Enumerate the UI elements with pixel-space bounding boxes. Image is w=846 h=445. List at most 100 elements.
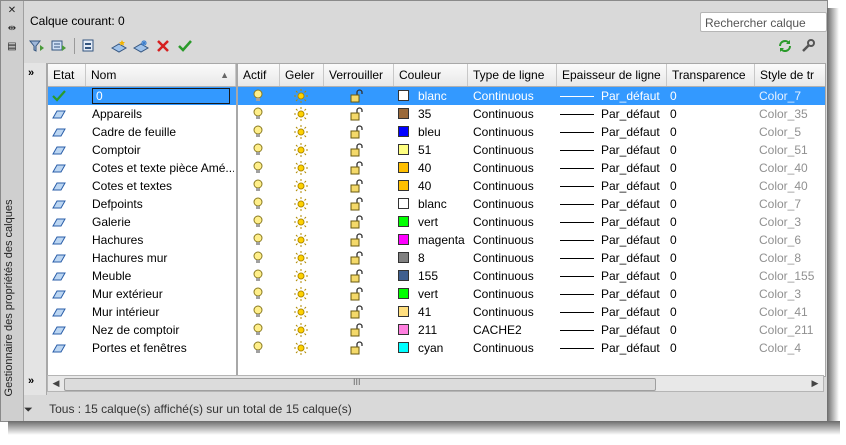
color-cell[interactable]: 155	[398, 267, 438, 285]
lineweight-cell[interactable]: Par_défaut	[560, 177, 660, 195]
plot-style-cell[interactable]: Color_155	[759, 267, 814, 285]
layer-row[interactable]: Hachures magenta Continuous Par_défaut 0 Colo…	[48, 231, 825, 249]
new-group-filter-icon[interactable]	[50, 37, 68, 55]
layer-row[interactable]: Cotes et texte pièce Amé... 40 Continuous P…	[48, 159, 825, 177]
lightbulb-on-icon[interactable]	[253, 341, 263, 359]
refresh-icon[interactable]	[776, 37, 794, 55]
lineweight-cell[interactable]: Par_défaut	[560, 231, 660, 249]
layer-name-cell[interactable]: Cotes et texte pièce Amé...	[92, 159, 234, 177]
new-layer-vp-frozen-icon[interactable]	[132, 37, 150, 55]
scroll-right-icon[interactable]: ▶	[809, 378, 821, 389]
plot-style-cell[interactable]: Color_40	[759, 159, 808, 177]
auto-hide-icon[interactable]: ⇹	[5, 23, 19, 35]
sun-thawed-icon[interactable]	[294, 341, 308, 359]
search-input[interactable]: Rechercher calque	[700, 12, 827, 32]
lineweight-cell[interactable]: Par_défaut	[560, 285, 660, 303]
color-cell[interactable]: magenta	[398, 231, 465, 249]
lineweight-cell[interactable]: Par_défaut	[560, 339, 660, 357]
linetype-cell[interactable]: Continuous	[473, 159, 534, 177]
scroll-thumb[interactable]: III	[64, 377, 656, 391]
plot-style-cell[interactable]: Color_41	[759, 303, 808, 321]
plot-style-cell[interactable]: Color_51	[759, 141, 808, 159]
linetype-cell[interactable]: Continuous	[473, 303, 534, 321]
layer-row[interactable]: Galerie vert Continuous Par_défaut 0 Color_3	[48, 213, 825, 231]
linetype-cell[interactable]: Continuous	[473, 285, 534, 303]
linetype-cell[interactable]: Continuous	[473, 213, 534, 231]
properties-menu-icon[interactable]: ▤	[5, 41, 19, 53]
layer-row[interactable]: Comptoir 51 Continuous Par_défaut 0 Color_51	[48, 141, 825, 159]
lineweight-cell[interactable]: Par_défaut	[560, 249, 660, 267]
layer-name-cell[interactable]: Nez de comptoir	[92, 321, 234, 339]
layer-name-cell[interactable]: Meuble	[92, 267, 234, 285]
plot-style-cell[interactable]: Color_8	[759, 249, 801, 267]
plot-style-cell[interactable]: Color_211	[759, 321, 813, 339]
transparency-cell[interactable]: 0	[670, 249, 677, 267]
column-header-style[interactable]: Style de tr	[755, 64, 825, 86]
lineweight-cell[interactable]: Par_défaut	[560, 321, 660, 339]
lineweight-cell[interactable]: Par_défaut	[560, 159, 660, 177]
column-header-etat[interactable]: Etat	[48, 64, 86, 86]
color-cell[interactable]: 40	[398, 177, 431, 195]
color-cell[interactable]: 211	[398, 321, 437, 339]
lineweight-cell[interactable]: Par_défaut	[560, 87, 660, 105]
color-cell[interactable]: blanc	[398, 87, 447, 105]
transparency-cell[interactable]: 0	[670, 123, 677, 141]
transparency-cell[interactable]: 0	[670, 339, 677, 357]
column-header-nom[interactable]: Nom ▲	[86, 64, 236, 86]
layer-name-cell[interactable]: Hachures	[92, 231, 234, 249]
lineweight-cell[interactable]: Par_défaut	[560, 123, 660, 141]
transparency-cell[interactable]: 0	[670, 267, 677, 285]
layer-row[interactable]: Mur intérieur 41 Continuous Par_défaut 0 Colo…	[48, 303, 825, 321]
transparency-cell[interactable]: 0	[670, 321, 677, 339]
linetype-cell[interactable]: Continuous	[473, 231, 534, 249]
settings-icon[interactable]	[799, 37, 817, 55]
transparency-cell[interactable]: 0	[670, 105, 677, 123]
color-cell[interactable]: 8	[398, 249, 425, 267]
layer-name-cell[interactable]: Comptoir	[92, 141, 234, 159]
layer-name-cell[interactable]: Galerie	[92, 213, 234, 231]
linetype-cell[interactable]: Continuous	[473, 339, 534, 357]
new-property-filter-icon[interactable]	[28, 37, 46, 55]
layer-name-cell[interactable]: Mur intérieur	[92, 303, 234, 321]
close-icon[interactable]: ✕	[5, 5, 19, 17]
plot-style-cell[interactable]: Color_3	[759, 285, 801, 303]
linetype-cell[interactable]: Continuous	[473, 123, 534, 141]
plot-style-cell[interactable]: Color_4	[759, 339, 801, 357]
plot-style-cell[interactable]: Color_6	[759, 231, 801, 249]
layer-name-cell[interactable]: Defpoints	[92, 195, 234, 213]
expand-filter-pane-bottom-icon[interactable]: »	[28, 375, 34, 387]
linetype-cell[interactable]: Continuous	[473, 141, 534, 159]
lineweight-cell[interactable]: Par_défaut	[560, 267, 660, 285]
linetype-cell[interactable]: Continuous	[473, 105, 534, 123]
color-cell[interactable]: blanc	[398, 195, 447, 213]
color-cell[interactable]: 51	[398, 141, 431, 159]
delete-layer-icon[interactable]	[154, 37, 172, 55]
linetype-cell[interactable]: Continuous	[473, 267, 534, 285]
layer-name-cell[interactable]: Cotes et textes	[92, 177, 234, 195]
color-cell[interactable]: 35	[398, 105, 431, 123]
layer-row[interactable]: Nez de comptoir 211 CACHE2 Par_défaut 0 Color…	[48, 321, 825, 339]
column-header-type-de-ligne[interactable]: Type de ligne	[468, 64, 557, 86]
set-current-icon[interactable]	[176, 37, 194, 55]
layer-row[interactable]: Cadre de feuille bleu Continuous Par_défaut…	[48, 123, 825, 141]
column-header-verrouiller[interactable]: Verrouiller	[324, 64, 394, 86]
layer-row[interactable]: 0 blanc Continuous Par_défaut 0 Color_7	[48, 87, 825, 105]
column-header-actif[interactable]: Actif	[238, 64, 280, 86]
plot-style-cell[interactable]: Color_5	[759, 123, 801, 141]
plot-style-cell[interactable]: Color_7	[759, 195, 801, 213]
filter-icon[interactable]: ⏷	[24, 399, 46, 421]
layer-name-cell[interactable]: Cadre de feuille	[92, 123, 234, 141]
layer-row[interactable]: Cotes et textes 40 Continuous Par_défaut 0 Co…	[48, 177, 825, 195]
lineweight-cell[interactable]: Par_défaut	[560, 105, 660, 123]
column-header-transparence[interactable]: Transparence	[667, 64, 755, 86]
layer-row[interactable]: Appareils 35 Continuous Par_défaut 0 Color_35	[48, 105, 825, 123]
layer-states-manager-icon[interactable]	[80, 37, 98, 55]
linetype-cell[interactable]: CACHE2	[473, 321, 522, 339]
transparency-cell[interactable]: 0	[670, 87, 677, 105]
color-cell[interactable]: 40	[398, 159, 431, 177]
horizontal-scrollbar[interactable]: ◀ III ▶	[47, 375, 824, 392]
transparency-cell[interactable]: 0	[670, 231, 677, 249]
column-header-epaisseur[interactable]: Epaisseur de ligne	[557, 64, 667, 86]
linetype-cell[interactable]: Continuous	[473, 87, 534, 105]
padlock-unlocked-icon[interactable]	[350, 341, 364, 359]
